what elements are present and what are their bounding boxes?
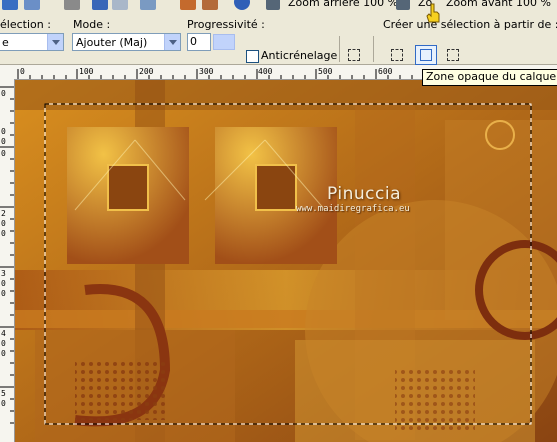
ruler-label: 0 bbox=[1, 279, 6, 288]
info-icon[interactable] bbox=[234, 0, 250, 10]
ruler-label: 300 bbox=[199, 67, 214, 76]
create-selection-label: Créer une sélection à partir de : bbox=[383, 18, 557, 31]
layer-icon[interactable] bbox=[202, 0, 218, 10]
redo-icon[interactable] bbox=[112, 0, 128, 10]
undo-icon[interactable] bbox=[92, 0, 108, 10]
antialias-label[interactable]: Anticrénelage bbox=[261, 49, 337, 62]
ruler-label: 0 bbox=[1, 229, 6, 238]
zoom-out-label[interactable]: Zoom arrière 100 % bbox=[288, 0, 398, 9]
print-icon[interactable] bbox=[64, 0, 80, 10]
ruler-label: 500 bbox=[318, 67, 333, 76]
ruler-label: 5 bbox=[1, 389, 6, 398]
mode-label: Mode : bbox=[73, 18, 111, 31]
separator bbox=[373, 36, 374, 62]
opaque-layer-icon bbox=[420, 49, 432, 61]
ruler-label: 4 bbox=[1, 329, 6, 338]
watermark-title: Pinuccia bbox=[327, 184, 401, 204]
create-from-document-button[interactable] bbox=[386, 45, 408, 65]
spin-buttons-icon[interactable] bbox=[213, 34, 235, 50]
ruler-label: 0 bbox=[1, 219, 6, 228]
document-selection-icon bbox=[391, 49, 403, 61]
progressivity-value: 0 bbox=[190, 35, 197, 48]
mode-value: Ajouter (Maj) bbox=[76, 36, 148, 49]
create-from-mask-button[interactable] bbox=[442, 45, 464, 65]
separator bbox=[339, 36, 340, 62]
tooltip: Zone opaque du calque bbox=[422, 69, 557, 86]
ruler-label: 200 bbox=[139, 67, 154, 76]
create-from-opaque-layer-button[interactable] bbox=[415, 45, 437, 65]
save-icon[interactable] bbox=[2, 0, 18, 10]
vertical-ruler: 0 0 0 0 2 0 0 3 0 0 4 0 0 5 0 bbox=[0, 79, 15, 442]
progressivity-input[interactable]: 0 bbox=[187, 33, 211, 51]
antialias-checkbox[interactable] bbox=[246, 50, 259, 63]
ruler-label: 0 bbox=[1, 399, 6, 408]
chevron-down-icon[interactable] bbox=[164, 34, 180, 50]
ruler-label: 3 bbox=[1, 269, 6, 278]
progressivity-stepper[interactable]: 0 bbox=[187, 33, 237, 51]
mask-selection-icon bbox=[447, 49, 459, 61]
ruler-label: 0 bbox=[1, 289, 6, 298]
image-canvas[interactable]: Pinuccia www.maidiregrafica.eu bbox=[15, 80, 557, 442]
mode-select[interactable]: Ajouter (Maj) bbox=[72, 33, 181, 51]
select-none-button[interactable] bbox=[343, 45, 365, 65]
image-icon[interactable] bbox=[180, 0, 196, 10]
selection-type-label: élection : bbox=[0, 18, 51, 31]
selection-icon bbox=[348, 49, 360, 61]
artwork bbox=[15, 80, 557, 442]
hand-cursor-icon bbox=[426, 3, 440, 23]
ruler-label: 400 bbox=[258, 67, 273, 76]
ruler-label: 100 bbox=[79, 67, 94, 76]
copy-icon[interactable] bbox=[140, 0, 156, 10]
zoom-out-icon[interactable] bbox=[266, 0, 280, 10]
ruler-label: 0 bbox=[20, 67, 25, 76]
open-icon[interactable] bbox=[24, 0, 40, 10]
chevron-down-icon[interactable] bbox=[47, 34, 63, 50]
progressivity-label: Progressivité : bbox=[187, 18, 265, 31]
ruler-label: 0 bbox=[1, 149, 6, 158]
ruler-label: 600 bbox=[378, 67, 393, 76]
watermark-url: www.maidiregrafica.eu bbox=[296, 204, 410, 214]
ruler-label: 2 bbox=[1, 209, 6, 218]
selection-type-value: e bbox=[2, 36, 9, 49]
ruler-label: 0 bbox=[1, 137, 6, 146]
tool-options-bar: élection : e Mode : Ajouter (Maj) Progre… bbox=[0, 14, 557, 65]
zoom-in-label[interactable]: Zoom avant 100 % bbox=[446, 0, 551, 9]
zoom-in-icon[interactable] bbox=[396, 0, 410, 10]
selection-type-select[interactable]: e bbox=[0, 33, 64, 51]
ruler-label: 0 bbox=[1, 339, 6, 348]
main-toolbar: Zoom arrière 100 % Zo Zoom avant 100 % bbox=[0, 0, 557, 15]
ruler-label: 0 bbox=[1, 127, 6, 136]
ruler-label: 0 bbox=[1, 349, 6, 358]
ruler-label: 0 bbox=[1, 89, 6, 98]
